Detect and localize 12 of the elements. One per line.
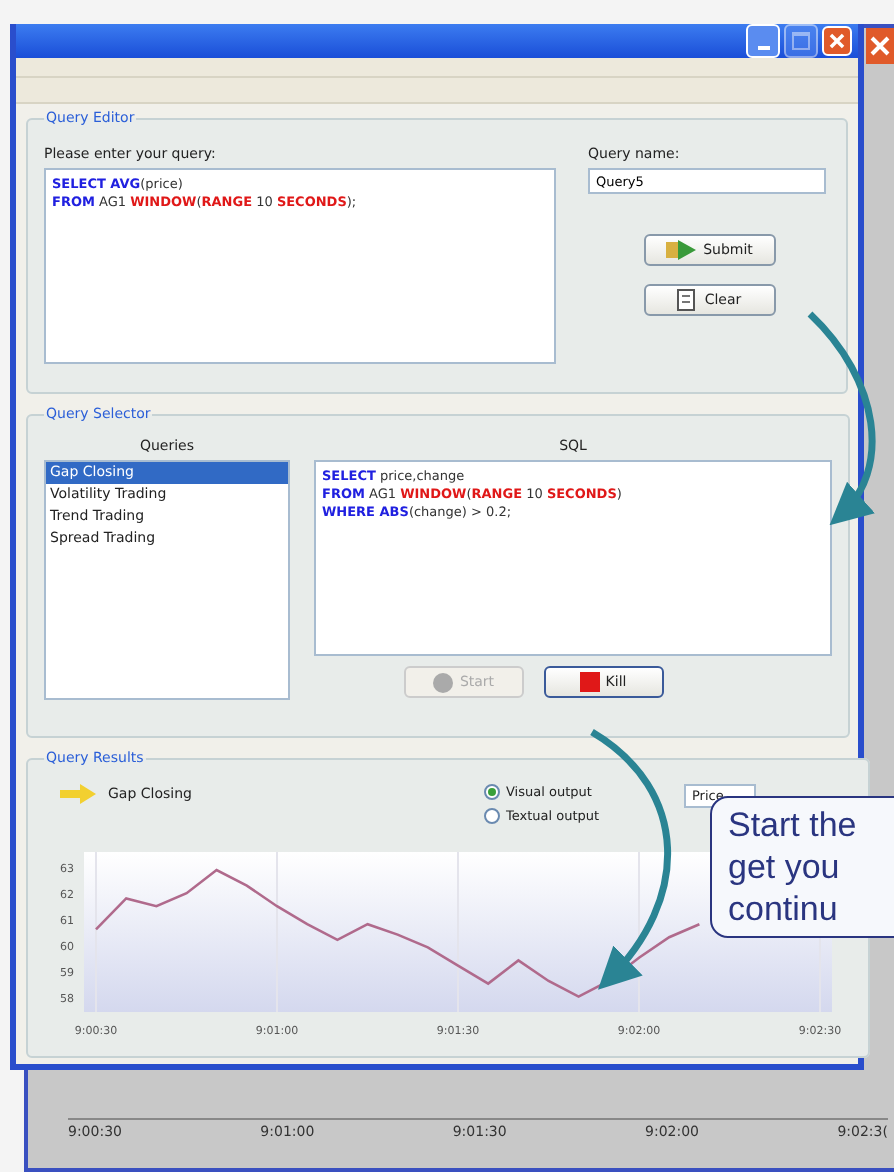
callout-text: Start the: [728, 804, 857, 846]
close-icon[interactable]: [866, 28, 894, 64]
maximize-icon[interactable]: [784, 24, 818, 58]
play-icon: [665, 240, 698, 260]
circle-icon: [431, 671, 454, 693]
arrow-icon: [60, 784, 96, 804]
document-icon: [676, 288, 699, 312]
callout-text: get you: [728, 846, 840, 888]
close-icon[interactable]: [822, 26, 852, 56]
callout-text: continu: [728, 888, 838, 930]
minimize-icon[interactable]: [746, 24, 780, 58]
stop-icon: [579, 672, 600, 692]
